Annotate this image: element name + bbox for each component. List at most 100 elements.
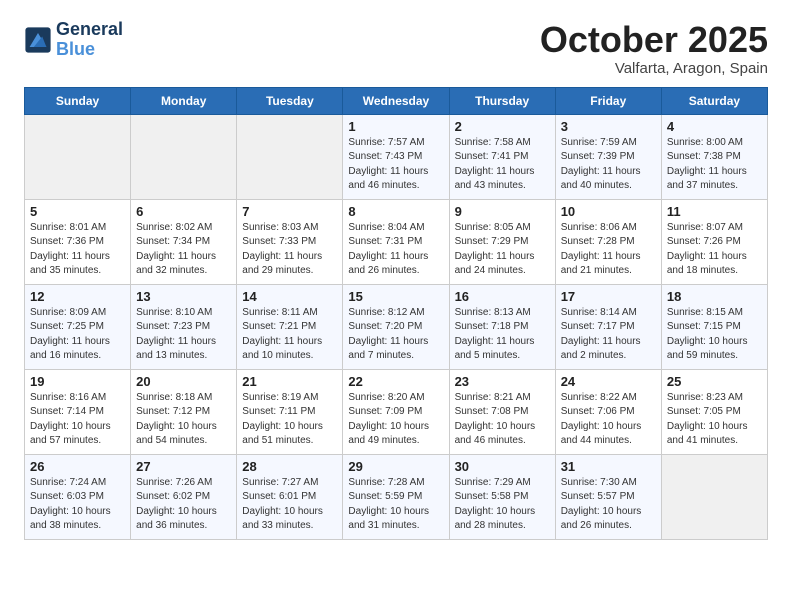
day-info: Sunrise: 7:30 AM Sunset: 5:57 PM Dayligh… (561, 476, 656, 534)
calendar-cell (237, 114, 343, 199)
day-info: Sunrise: 8:07 AM Sunset: 7:26 PM Dayligh… (667, 221, 762, 279)
col-tuesday: Tuesday (237, 87, 343, 114)
day-info: Sunrise: 7:27 AM Sunset: 6:01 PM Dayligh… (242, 476, 337, 534)
day-number: 25 (667, 374, 762, 389)
calendar-cell: 7Sunrise: 8:03 AM Sunset: 7:33 PM Daylig… (237, 199, 343, 284)
day-number: 23 (455, 374, 550, 389)
logo-blue: Blue (56, 39, 95, 59)
day-info: Sunrise: 8:19 AM Sunset: 7:11 PM Dayligh… (242, 391, 337, 449)
day-number: 20 (136, 374, 231, 389)
day-info: Sunrise: 7:29 AM Sunset: 5:58 PM Dayligh… (455, 476, 550, 534)
day-number: 15 (348, 289, 443, 304)
day-info: Sunrise: 8:11 AM Sunset: 7:21 PM Dayligh… (242, 306, 337, 364)
header-row: Sunday Monday Tuesday Wednesday Thursday… (25, 87, 768, 114)
day-number: 3 (561, 119, 656, 134)
calendar-cell: 9Sunrise: 8:05 AM Sunset: 7:29 PM Daylig… (449, 199, 555, 284)
day-number: 7 (242, 204, 337, 219)
calendar-cell (131, 114, 237, 199)
calendar-cell: 3Sunrise: 7:59 AM Sunset: 7:39 PM Daylig… (555, 114, 661, 199)
day-number: 29 (348, 459, 443, 474)
calendar-cell: 31 Sunrise: 7:30 AM Sunset: 5:57 PM Dayli… (555, 454, 661, 539)
col-saturday: Saturday (661, 87, 767, 114)
calendar-cell: 11Sunrise: 8:07 AM Sunset: 7:26 PM Dayli… (661, 199, 767, 284)
day-info: Sunrise: 8:14 AM Sunset: 7:17 PM Dayligh… (561, 306, 656, 364)
calendar-cell: 17 Sunrise: 8:14 AM Sunset: 7:17 PM Dayli… (555, 284, 661, 369)
col-wednesday: Wednesday (343, 87, 449, 114)
title-block: October 2025 Valfarta, Aragon, Spain (540, 20, 768, 77)
calendar-cell (661, 454, 767, 539)
calendar-cell: 15Sunrise: 8:12 AM Sunset: 7:20 PM Dayli… (343, 284, 449, 369)
day-info: Sunrise: 7:26 AM Sunset: 6:02 PM Dayligh… (136, 476, 231, 534)
calendar-cell: 19Sunrise: 8:16 AM Sunset: 7:14 PM Dayli… (25, 369, 131, 454)
calendar-cell: 12 Sunrise: 8:09 AM Sunset: 7:25 PM Dayli… (25, 284, 131, 369)
logo: GeneralBlue (24, 20, 123, 60)
day-info: Sunrise: 8:00 AM Sunset: 7:38 PM Dayligh… (667, 136, 762, 194)
logo-text: GeneralBlue (56, 20, 123, 60)
location: Valfarta, Aragon, Spain (540, 60, 768, 77)
calendar-cell: 20 Sunrise: 8:18 AM Sunset: 7:12 PM Dayli… (131, 369, 237, 454)
logo-icon (24, 26, 52, 54)
calendar-cell: 14 Sunrise: 8:11 AM Sunset: 7:21 PM Dayli… (237, 284, 343, 369)
page: GeneralBlue October 2025 Valfarta, Arago… (0, 0, 792, 560)
day-number: 27 (136, 459, 231, 474)
day-info: Sunrise: 7:57 AM Sunset: 7:43 PM Dayligh… (348, 136, 443, 194)
day-info: Sunrise: 8:22 AM Sunset: 7:06 PM Dayligh… (561, 391, 656, 449)
day-number: 1 (348, 119, 443, 134)
calendar-cell: 21 Sunrise: 8:19 AM Sunset: 7:11 PM Dayli… (237, 369, 343, 454)
calendar-cell (25, 114, 131, 199)
calendar-cell: 23Sunrise: 8:21 AM Sunset: 7:08 PM Dayli… (449, 369, 555, 454)
day-number: 12 (30, 289, 125, 304)
col-sunday: Sunday (25, 87, 131, 114)
day-info: Sunrise: 8:18 AM Sunset: 7:12 PM Dayligh… (136, 391, 231, 449)
calendar-cell: 4Sunrise: 8:00 AM Sunset: 7:38 PM Daylig… (661, 114, 767, 199)
calendar-week-2: 5Sunrise: 8:01 AM Sunset: 7:36 PM Daylig… (25, 199, 768, 284)
day-info: Sunrise: 8:10 AM Sunset: 7:23 PM Dayligh… (136, 306, 231, 364)
day-number: 6 (136, 204, 231, 219)
day-number: 8 (348, 204, 443, 219)
day-number: 2 (455, 119, 550, 134)
calendar-cell: 30 Sunrise: 7:29 AM Sunset: 5:58 PM Dayli… (449, 454, 555, 539)
calendar-cell: 25 Sunrise: 8:23 AM Sunset: 7:05 PM Dayli… (661, 369, 767, 454)
calendar-cell: 10Sunrise: 8:06 AM Sunset: 7:28 PM Dayli… (555, 199, 661, 284)
calendar-table: Sunday Monday Tuesday Wednesday Thursday… (24, 87, 768, 540)
col-friday: Friday (555, 87, 661, 114)
day-number: 26 (30, 459, 125, 474)
calendar-cell: 13 Sunrise: 8:10 AM Sunset: 7:23 PM Dayli… (131, 284, 237, 369)
day-number: 22 (348, 374, 443, 389)
calendar-cell: 27 Sunrise: 7:26 AM Sunset: 6:02 PM Dayli… (131, 454, 237, 539)
day-info: Sunrise: 8:23 AM Sunset: 7:05 PM Dayligh… (667, 391, 762, 449)
day-number: 31 (561, 459, 656, 474)
calendar-body: 1 Sunrise: 7:57 AM Sunset: 7:43 PM Daylig… (25, 114, 768, 539)
calendar-week-1: 1 Sunrise: 7:57 AM Sunset: 7:43 PM Daylig… (25, 114, 768, 199)
day-number: 17 (561, 289, 656, 304)
calendar-cell: 2 Sunrise: 7:58 AM Sunset: 7:41 PM Daylig… (449, 114, 555, 199)
calendar-cell: 28Sunrise: 7:27 AM Sunset: 6:01 PM Dayli… (237, 454, 343, 539)
day-number: 21 (242, 374, 337, 389)
calendar-week-5: 26 Sunrise: 7:24 AM Sunset: 6:03 PM Dayli… (25, 454, 768, 539)
day-number: 13 (136, 289, 231, 304)
month-title: October 2025 (540, 20, 768, 60)
day-number: 5 (30, 204, 125, 219)
day-info: Sunrise: 8:13 AM Sunset: 7:18 PM Dayligh… (455, 306, 550, 364)
day-info: Sunrise: 8:04 AM Sunset: 7:31 PM Dayligh… (348, 221, 443, 279)
calendar-header: Sunday Monday Tuesday Wednesday Thursday… (25, 87, 768, 114)
calendar-cell: 1 Sunrise: 7:57 AM Sunset: 7:43 PM Daylig… (343, 114, 449, 199)
day-number: 19 (30, 374, 125, 389)
day-number: 9 (455, 204, 550, 219)
calendar-cell: 16Sunrise: 8:13 AM Sunset: 7:18 PM Dayli… (449, 284, 555, 369)
calendar-week-4: 19Sunrise: 8:16 AM Sunset: 7:14 PM Dayli… (25, 369, 768, 454)
day-info: Sunrise: 7:24 AM Sunset: 6:03 PM Dayligh… (30, 476, 125, 534)
day-info: Sunrise: 8:09 AM Sunset: 7:25 PM Dayligh… (30, 306, 125, 364)
day-number: 30 (455, 459, 550, 474)
calendar-cell: 29 Sunrise: 7:28 AM Sunset: 5:59 PM Dayli… (343, 454, 449, 539)
day-number: 10 (561, 204, 656, 219)
calendar-cell: 18Sunrise: 8:15 AM Sunset: 7:15 PM Dayli… (661, 284, 767, 369)
day-info: Sunrise: 7:28 AM Sunset: 5:59 PM Dayligh… (348, 476, 443, 534)
day-info: Sunrise: 7:58 AM Sunset: 7:41 PM Dayligh… (455, 136, 550, 194)
calendar-cell: 22Sunrise: 8:20 AM Sunset: 7:09 PM Dayli… (343, 369, 449, 454)
day-info: Sunrise: 8:02 AM Sunset: 7:34 PM Dayligh… (136, 221, 231, 279)
day-number: 14 (242, 289, 337, 304)
calendar-cell: 26 Sunrise: 7:24 AM Sunset: 6:03 PM Dayli… (25, 454, 131, 539)
day-number: 18 (667, 289, 762, 304)
calendar-cell: 8 Sunrise: 8:04 AM Sunset: 7:31 PM Daylig… (343, 199, 449, 284)
